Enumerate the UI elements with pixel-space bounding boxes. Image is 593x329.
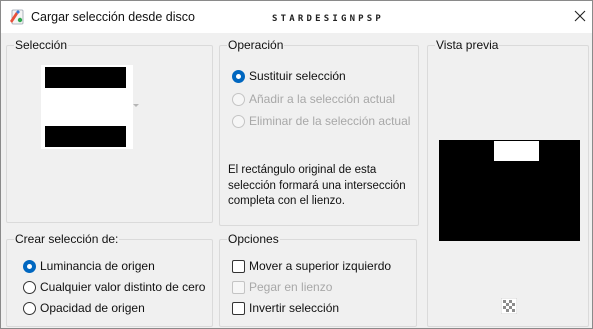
checkbox-pegar-lienzo[interactable]: Pegar en lienzo <box>232 278 332 296</box>
close-icon <box>574 10 586 22</box>
checker-icon[interactable] <box>501 298 517 314</box>
checkbox-invertir-box[interactable] <box>232 301 245 315</box>
radio-luminancia-indicator[interactable] <box>23 259 36 273</box>
title-bar: Cargar selección desde disco STARDESIGNP… <box>1 1 592 33</box>
group-label-seleccion: Selección <box>14 38 69 52</box>
radio-eliminar[interactable]: Eliminar de la selección actual <box>232 112 410 130</box>
checkbox-invertir[interactable]: Invertir selección <box>232 299 339 317</box>
radio-cualquier-valor[interactable]: Cualquier valor distinto de cero <box>23 278 205 296</box>
group-label-vista-previa: Vista previa <box>435 38 500 52</box>
preview-selection-area <box>494 141 539 161</box>
radio-sustituir[interactable]: Sustituir selección <box>232 67 346 85</box>
checkbox-pegar-lienzo-label: Pegar en lienzo <box>249 280 333 294</box>
checkbox-mover-superior-box[interactable] <box>232 259 245 273</box>
group-label-crear-seleccion: Crear selección de: <box>14 232 120 246</box>
radio-anadir-indicator[interactable] <box>232 92 245 106</box>
radio-opacidad-indicator[interactable] <box>23 301 36 315</box>
watermark-text: STARDESIGNPSP <box>272 14 385 24</box>
group-label-opciones: Opciones <box>227 232 280 246</box>
close-button[interactable] <box>569 5 591 27</box>
operation-description: El rectángulo original de esta selección… <box>228 164 406 207</box>
radio-eliminar-indicator[interactable] <box>232 114 245 128</box>
radio-cualquier-valor-indicator[interactable] <box>23 280 36 294</box>
preview-canvas <box>439 140 580 241</box>
radio-eliminar-label: Eliminar de la selección actual <box>249 114 411 128</box>
selection-thumbnail-dropdown[interactable] <box>41 65 133 149</box>
chevron-down-icon[interactable] <box>133 104 139 107</box>
radio-luminancia-label: Luminancia de origen <box>40 259 155 273</box>
dialog-title: Cargar selección desde disco <box>31 10 195 24</box>
radio-luminancia[interactable]: Luminancia de origen <box>23 257 155 275</box>
checkbox-mover-superior-label: Mover a superior izquierdo <box>249 259 392 273</box>
checkbox-pegar-lienzo-box[interactable] <box>232 280 245 294</box>
checkbox-invertir-label: Invertir selección <box>249 301 340 315</box>
radio-anadir-label: Añadir a la selección actual <box>249 92 396 106</box>
dialog-window: Cargar selección desde disco STARDESIGNP… <box>0 0 593 329</box>
radio-cualquier-valor-label: Cualquier valor distinto de cero <box>40 280 206 294</box>
checkbox-mover-superior[interactable]: Mover a superior izquierdo <box>232 257 391 275</box>
group-label-operacion: Operación <box>227 38 285 52</box>
radio-sustituir-indicator[interactable] <box>232 69 245 83</box>
radio-opacidad-label: Opacidad de origen <box>40 301 145 315</box>
radio-sustituir-label: Sustituir selección <box>249 69 346 83</box>
selection-thumbnail-image <box>45 67 126 147</box>
paintshop-app-icon <box>10 9 24 25</box>
radio-anadir[interactable]: Añadir a la selección actual <box>232 90 395 108</box>
radio-opacidad[interactable]: Opacidad de origen <box>23 299 145 317</box>
